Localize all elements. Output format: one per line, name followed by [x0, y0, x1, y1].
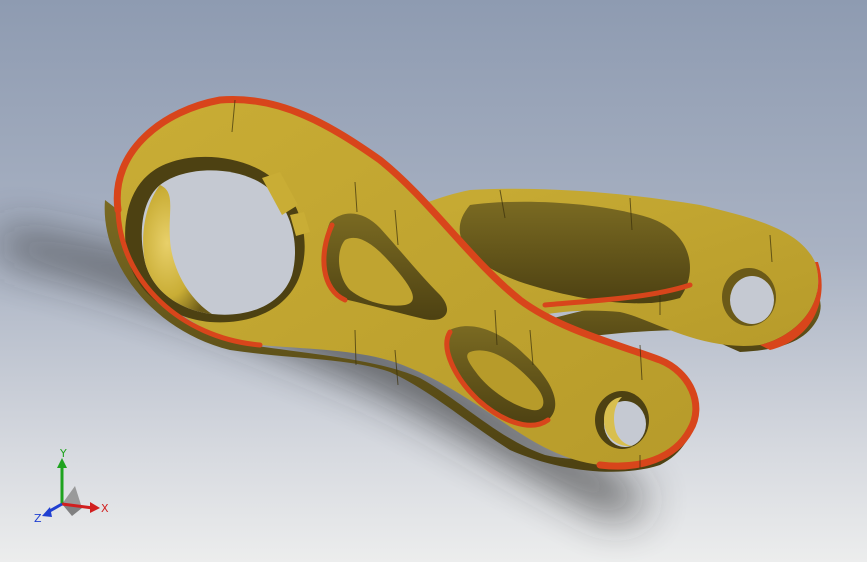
x-axis-label: X [101, 502, 109, 515]
y-axis-label: Y [59, 447, 67, 460]
graphics-viewport[interactable]: Y X Z [0, 0, 867, 562]
y-axis [57, 458, 67, 504]
z-axis [42, 502, 63, 517]
right-boss-hole [730, 276, 774, 324]
reference-triad: Y X Z [34, 447, 109, 525]
z-axis-label: Z [34, 512, 42, 525]
bracket-part[interactable] [104, 95, 822, 472]
triad-origin [62, 486, 82, 516]
3d-model-view[interactable] [0, 0, 867, 562]
